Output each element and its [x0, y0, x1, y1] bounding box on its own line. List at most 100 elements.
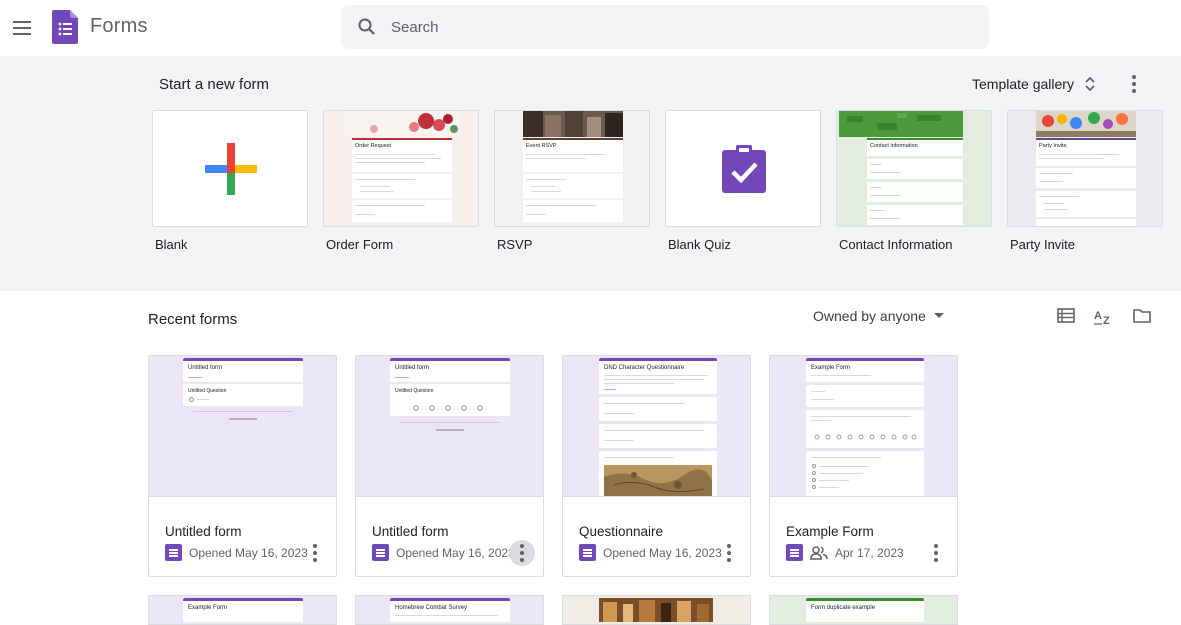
form-name[interactable]: Example Form: [786, 524, 874, 539]
template-thumbnail[interactable]: Party Invite: [1007, 110, 1163, 227]
shared-users-icon: [810, 545, 828, 560]
recent-form-card[interactable]: Form duplicate example: [769, 595, 958, 625]
preview-header: Order Request: [352, 138, 452, 172]
more-options-icon[interactable]: [509, 540, 535, 566]
form-meta: Opened May 16, 2023: [165, 544, 308, 561]
preview-header: Example Form: [183, 598, 303, 622]
preview-question: [1036, 219, 1136, 226]
main-menu-icon[interactable]: [10, 14, 34, 42]
preview-header: Form duplicate example: [806, 598, 924, 622]
form-preview[interactable]: Untitled form Untitled Question: [149, 356, 336, 497]
preview-question: [599, 397, 717, 421]
more-options-icon[interactable]: [1124, 72, 1144, 96]
template-thumbnail[interactable]: Order Request: [323, 110, 479, 227]
forms-logo-icon[interactable]: [52, 10, 78, 44]
folder-icon[interactable]: [1132, 306, 1152, 326]
recent-form-card[interactable]: DND Character Questionnaire Questionnair…: [562, 355, 751, 577]
preview-title: Order Request: [355, 143, 392, 149]
search-icon[interactable]: [357, 17, 377, 37]
template-blank[interactable]: Blank: [152, 110, 308, 252]
form-preview[interactable]: DND Character Questionnaire: [563, 356, 750, 497]
owner-filter-label: Owned by anyone: [813, 308, 926, 324]
preview-header: Event RSVP: [523, 138, 623, 172]
preview-question: [352, 174, 452, 198]
template-label: Blank Quiz: [668, 237, 731, 252]
more-options-icon[interactable]: [302, 540, 328, 566]
form-meta: Opened May 16, 2023: [372, 544, 515, 561]
preview-title: Event RSVP: [526, 143, 557, 149]
preview-header: Untitled form: [390, 358, 510, 382]
form-meta: Opened May 16, 2023: [579, 544, 722, 561]
svg-text:Z: Z: [1103, 315, 1110, 326]
preview-question: [523, 200, 623, 222]
search-bar[interactable]: [341, 5, 989, 49]
template-gallery-button[interactable]: Template gallery: [972, 74, 1096, 94]
balloons-banner: [1036, 111, 1136, 137]
preview-title: Contact information: [870, 143, 918, 149]
svg-text:A: A: [1094, 310, 1102, 322]
template-thumbnail[interactable]: Contact information: [836, 110, 992, 227]
preview-question: [867, 182, 963, 202]
preview-question: Untitled Question: [390, 384, 510, 416]
recent-forms-title: Recent forms: [148, 311, 238, 328]
recent-form-card[interactable]: Example Form: [148, 595, 337, 625]
preview-header: Contact information: [867, 138, 963, 156]
template-blank-quiz[interactable]: Blank Quiz: [665, 110, 821, 252]
building-image: [599, 598, 713, 622]
flowers-banner: [344, 111, 460, 137]
preview-question: [599, 424, 717, 448]
preview-title: Party Invite: [1039, 143, 1067, 149]
template-party-invite[interactable]: Party Invite Party Invite: [1007, 110, 1163, 252]
preview-title: Untitled form: [188, 365, 223, 371]
recent-form-card[interactable]: Untitled form Untitled Question Untitled…: [355, 355, 544, 577]
quiz-clipboard-icon: [722, 145, 766, 193]
preview-question: [806, 451, 924, 496]
preview-title: Homebrew Combat Survey: [395, 605, 468, 611]
event-photo-banner: [523, 111, 623, 137]
preview-question: [352, 200, 452, 222]
preview-title: DND Character Questionnaire: [604, 365, 685, 371]
recent-form-card[interactable]: Homebrew Combat Survey: [355, 595, 544, 625]
form-name[interactable]: Untitled form: [372, 524, 449, 539]
form-preview[interactable]: Untitled form Untitled Question: [356, 356, 543, 497]
preview-question-text: Untitled Question: [395, 388, 434, 394]
preview-question: [806, 410, 924, 448]
plus-icon: [205, 143, 257, 195]
form-preview[interactable]: Example Form: [770, 356, 957, 497]
preview-title: Example Form: [188, 605, 228, 611]
recent-form-card[interactable]: Example Form: [769, 355, 958, 577]
template-thumbnail[interactable]: [665, 110, 821, 227]
new-form-section: Start a new form Template gallery Blank: [0, 56, 1181, 291]
preview-title: Example Form: [811, 365, 851, 371]
preview-question: Untitled Question: [183, 384, 303, 406]
form-name[interactable]: Questionnaire: [579, 524, 663, 539]
template-thumbnail[interactable]: [152, 110, 308, 227]
preview-header: DND Character Questionnaire: [599, 358, 717, 394]
preview-header: Untitled form: [183, 358, 303, 382]
template-order-form[interactable]: Order Request Order Form: [323, 110, 479, 252]
form-name[interactable]: Untitled form: [165, 524, 242, 539]
template-contact-information[interactable]: Contact information Contact Information: [836, 110, 992, 252]
template-gallery-label: Template gallery: [972, 76, 1074, 92]
search-input[interactable]: [391, 15, 971, 39]
opened-date: Opened May 16, 2023: [396, 545, 515, 560]
preview-question: [523, 174, 623, 198]
sort-az-icon[interactable]: A Z: [1093, 306, 1115, 326]
app-title[interactable]: Forms: [90, 15, 148, 38]
more-options-icon[interactable]: [716, 540, 742, 566]
linear-scale: [413, 405, 483, 411]
forms-file-icon: [165, 544, 182, 561]
template-rsvp[interactable]: Event RSVP RSVP: [494, 110, 650, 252]
preview-question: [1036, 168, 1136, 188]
preview-header: Homebrew Combat Survey: [390, 598, 510, 622]
new-form-title: Start a new form: [159, 76, 270, 93]
list-view-icon[interactable]: [1056, 306, 1076, 326]
recent-form-card[interactable]: Untitled form Untitled Question Untitled…: [148, 355, 337, 577]
more-options-icon[interactable]: [923, 540, 949, 566]
preview-title: Form duplicate example: [811, 605, 876, 611]
recent-form-card[interactable]: [562, 595, 751, 625]
template-thumbnail[interactable]: Event RSVP: [494, 110, 650, 227]
owner-filter-dropdown[interactable]: Owned by anyone: [813, 308, 944, 324]
forms-file-icon: [372, 544, 389, 561]
map-image: [604, 465, 712, 496]
